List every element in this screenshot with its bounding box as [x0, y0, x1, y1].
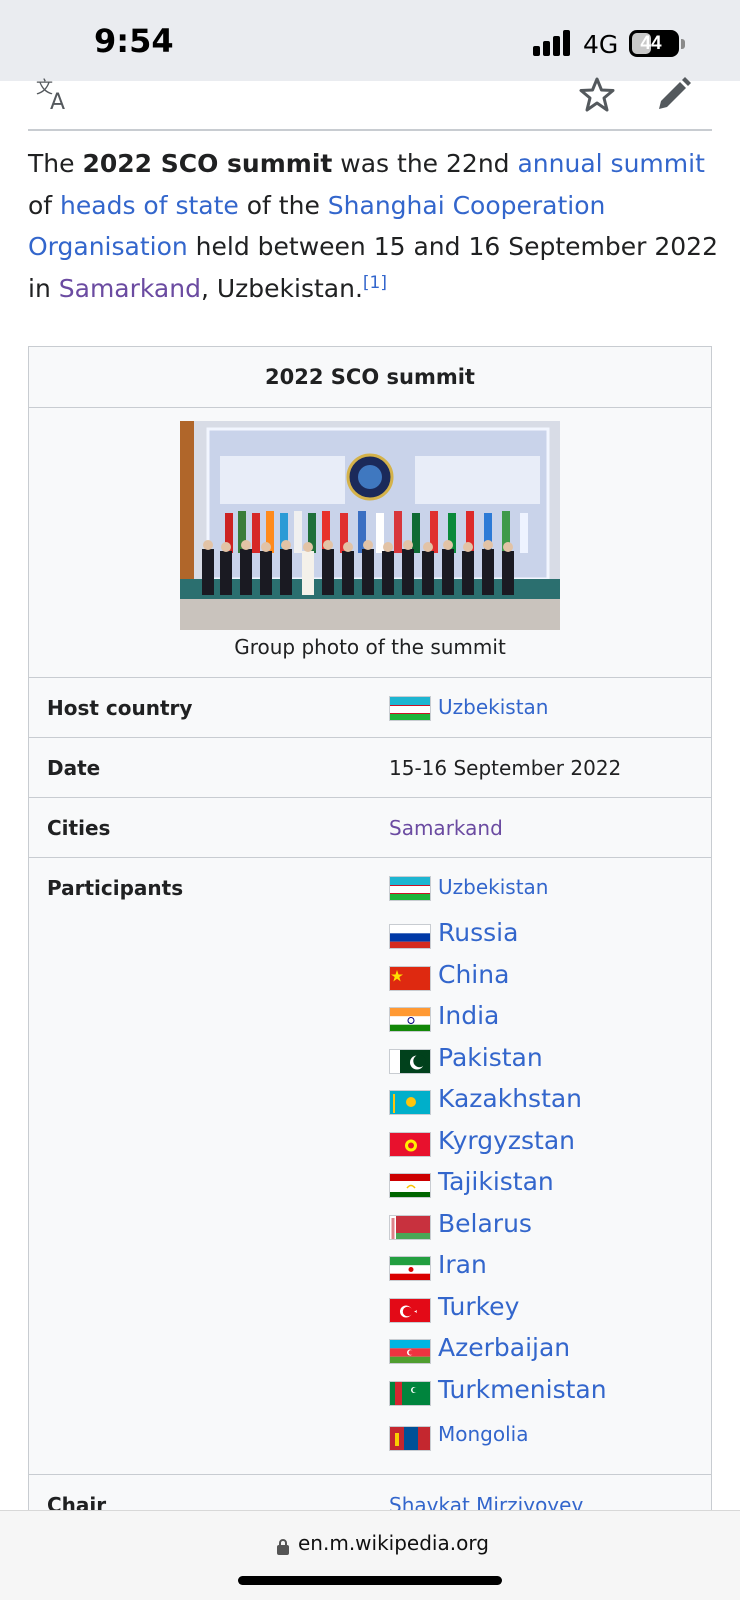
infobox-title: 2022 SCO summit — [29, 347, 711, 408]
page-toolbar: 文 A — [28, 77, 712, 131]
participant-link[interactable]: Turkmenistan — [438, 1375, 607, 1404]
china-flag-icon — [389, 965, 431, 991]
row-host-country: Host country Uzbekistan — [29, 677, 711, 737]
participant-item: China — [29, 958, 711, 998]
participant-link[interactable]: Azerbaijan — [438, 1333, 570, 1362]
russia-flag-icon — [389, 924, 431, 949]
link-heads-of-state[interactable]: heads of state — [60, 191, 239, 220]
mongolia-flag-icon — [389, 1426, 431, 1451]
row-cities: Cities Samarkand — [29, 797, 711, 857]
intro-text: , Uzbekistan. — [200, 273, 363, 303]
participant-link[interactable]: Mongolia — [438, 1422, 528, 1446]
participant-item: Turkmenistan — [29, 1373, 711, 1413]
infobox: 2022 SCO summit Group photo of the summi… — [28, 346, 712, 1517]
lock-icon — [276, 1538, 290, 1561]
pakistan-flag-icon — [389, 1048, 431, 1074]
participant-link[interactable]: Tajikistan — [438, 1167, 554, 1196]
intro-text: of — [28, 190, 61, 220]
belarus-flag-icon — [389, 1214, 431, 1240]
article-subject: 2022 SCO summit — [82, 149, 333, 178]
participant-item: Tajikistan — [29, 1165, 711, 1205]
participant-item: Iran — [29, 1248, 711, 1288]
battery-icon: 44 — [629, 30, 679, 57]
india-flag-icon — [389, 1007, 431, 1032]
link-cities-samarkand[interactable]: Samarkand — [389, 816, 503, 840]
uzbekistan-flag-icon — [389, 696, 431, 721]
battery-nub — [681, 39, 685, 49]
link-annual-summit[interactable]: annual summit — [517, 149, 704, 178]
signal-icon — [533, 30, 573, 56]
label-cities: Cities — [47, 816, 111, 840]
status-time: 9:54 — [94, 22, 174, 60]
participant-link[interactable]: Russia — [438, 918, 518, 947]
intro-text: was the 22nd — [332, 149, 518, 178]
link-host-uzbekistan[interactable]: Uzbekistan — [438, 695, 548, 719]
intro-text: of the — [238, 190, 328, 220]
reference-link[interactable]: [1] — [363, 273, 387, 293]
edit-icon[interactable] — [653, 75, 693, 120]
participant-link[interactable]: Kyrgyzstan — [438, 1126, 575, 1155]
participant-link[interactable]: Pakistan — [438, 1043, 543, 1072]
participant-item: Pakistan — [29, 1041, 711, 1081]
participant-item: Mongolia — [29, 1418, 711, 1458]
participant-link[interactable]: Turkey — [438, 1292, 519, 1321]
participant-item: Azerbaijan — [29, 1331, 711, 1371]
participant-item: India — [29, 999, 711, 1039]
photo-caption: Group photo of the summit — [234, 635, 506, 659]
network-type: 4G — [583, 30, 619, 59]
participant-link[interactable]: Iran — [438, 1250, 487, 1279]
url-bar[interactable]: en.m.wikipedia.org — [0, 1510, 740, 1600]
participant-item: Belarus — [29, 1207, 711, 1247]
row-date: Date 15-16 September 2022 — [29, 737, 711, 797]
participant-item: Turkey — [29, 1290, 711, 1330]
participant-link[interactable]: Uzbekistan — [438, 875, 548, 899]
svg-text:A: A — [50, 90, 65, 113]
label-host-country: Host country — [47, 696, 193, 720]
value-date: 15-16 September 2022 — [389, 756, 622, 780]
link-samarkand[interactable]: Samarkand — [59, 274, 201, 303]
label-date: Date — [47, 756, 101, 780]
turkmenistan-flag-icon — [389, 1380, 431, 1406]
azerbaijan-flag-icon — [389, 1339, 431, 1364]
home-indicator[interactable] — [238, 1576, 502, 1585]
battery-percent: 44 — [640, 33, 662, 54]
url-text[interactable]: en.m.wikipedia.org — [298, 1531, 489, 1555]
participant-link[interactable]: China — [438, 960, 509, 989]
translate-icon[interactable]: 文 A — [36, 77, 76, 118]
kyrgyzstan-flag-icon — [389, 1131, 431, 1157]
turkey-flag-icon — [389, 1297, 431, 1323]
participant-item: Kazakhstan — [29, 1082, 711, 1122]
participant-link[interactable]: Belarus — [438, 1209, 532, 1238]
tajikistan-flag-icon — [389, 1173, 431, 1198]
intro-text: The — [28, 149, 83, 178]
intro-paragraph: The 2022 SCO summit was the 22nd annual … — [28, 143, 718, 309]
participant-link[interactable]: India — [438, 1001, 499, 1030]
kazakhstan-flag-icon — [389, 1090, 431, 1115]
uzbekistan-flag-icon — [389, 876, 431, 901]
summit-group-photo[interactable] — [180, 421, 560, 630]
participant-item: Russia — [29, 916, 711, 956]
participant-link[interactable]: Kazakhstan — [438, 1084, 582, 1113]
label-participants: Participants — [47, 876, 184, 900]
status-bar: 9:54 4G 44 — [0, 0, 740, 81]
star-icon[interactable] — [577, 75, 617, 120]
row-participants: Participants Uzbekistan Russia China Ind… — [29, 857, 711, 1474]
participant-item: Kyrgyzstan — [29, 1124, 711, 1164]
iran-flag-icon — [389, 1256, 431, 1281]
